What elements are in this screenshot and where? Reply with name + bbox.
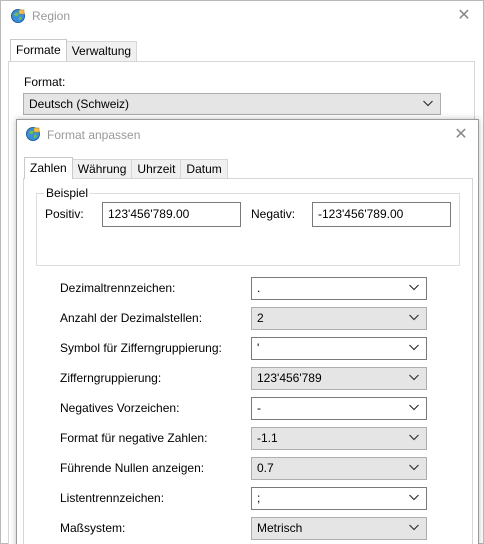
chevron-down-icon [409, 434, 419, 441]
measurement-system-label: Maßsystem: [60, 521, 126, 535]
chevron-down-icon [409, 494, 419, 501]
format-select-value: Deutsch (Schweiz) [29, 97, 130, 111]
decimal-separator-combo[interactable]: . [251, 277, 427, 300]
chevron-down-icon [409, 404, 419, 411]
region-tabs: Formate Verwaltung [10, 39, 138, 61]
negative-number-format-select[interactable]: -1.1 [251, 427, 427, 450]
format-dialog-title: Format anpassen [47, 128, 141, 142]
tab-waehrung[interactable]: Währung [71, 159, 133, 179]
close-icon[interactable]: ✕ [454, 6, 474, 26]
region-globe-icon [26, 127, 40, 141]
digit-grouping-select[interactable]: 123'456'789 [251, 367, 427, 390]
leading-zeros-label: Führende Nullen anzeigen: [60, 461, 205, 475]
chevron-down-icon [409, 314, 419, 321]
list-separator-value: ; [257, 491, 261, 505]
grouping-symbol-combo[interactable]: ' [251, 337, 427, 360]
list-separator-combo[interactable]: ; [251, 487, 427, 510]
chevron-down-icon [409, 284, 419, 291]
negative-number-format-label: Format für negative Zahlen: [60, 431, 208, 445]
negative-example-field: -123'456'789.00 [312, 202, 451, 227]
chevron-down-icon [423, 100, 433, 107]
format-select[interactable]: Deutsch (Schweiz) [23, 93, 441, 115]
grouping-symbol-label: Symbol für Zifferngruppierung: [60, 341, 222, 355]
tab-datum[interactable]: Datum [180, 159, 228, 179]
negative-number-format-value: -1.1 [257, 431, 278, 445]
tab-formate[interactable]: Formate [10, 39, 67, 61]
negative-sign-value: - [257, 401, 261, 415]
example-legend: Beispiel [44, 186, 91, 200]
tab-uhrzeit[interactable]: Uhrzeit [131, 159, 182, 179]
leading-zeros-select[interactable]: 0.7 [251, 457, 427, 480]
region-title: Region [32, 9, 71, 23]
tab-verwaltung[interactable]: Verwaltung [65, 41, 138, 61]
decimal-places-select[interactable]: 2 [251, 307, 427, 330]
grouping-symbol-value: ' [257, 341, 260, 355]
measurement-system-select[interactable]: Metrisch [251, 517, 427, 540]
format-dialog: Format anpassen ✕ Zahlen Währung Uhrzeit… [16, 119, 479, 544]
list-separator-label: Listentrennzeichen: [60, 491, 165, 505]
tab-zahlen[interactable]: Zahlen [24, 157, 73, 179]
digit-grouping-value: 123'456'789 [257, 371, 322, 385]
region-titlebar: Region ✕ [1, 1, 483, 32]
decimal-separator-value: . [257, 281, 261, 295]
decimal-separator-label: Dezimaltrennzeichen: [60, 281, 176, 295]
leading-zeros-value: 0.7 [257, 461, 274, 475]
negative-sign-combo[interactable]: - [251, 397, 427, 420]
digit-grouping-label: Zifferngruppierung: [60, 371, 162, 385]
format-dialog-titlebar: Format anpassen ✕ [17, 120, 478, 150]
positive-example-field: 123'456'789.00 [102, 202, 241, 227]
decimal-places-label: Anzahl der Dezimalstellen: [60, 311, 203, 325]
positive-label: Positiv: [45, 207, 84, 221]
negative-sign-label: Negatives Vorzeichen: [60, 401, 180, 415]
decimal-places-value: 2 [257, 311, 264, 325]
format-dialog-tabs: Zahlen Währung Uhrzeit Datum [24, 157, 228, 179]
chevron-down-icon [409, 374, 419, 381]
negative-label: Negativ: [251, 207, 296, 221]
chevron-down-icon [409, 344, 419, 351]
region-globe-icon [11, 9, 25, 23]
measurement-system-value: Metrisch [257, 521, 303, 535]
chevron-down-icon [409, 464, 419, 471]
format-label: Format: [24, 75, 66, 89]
close-icon[interactable]: ✕ [451, 125, 471, 145]
chevron-down-icon [409, 524, 419, 531]
